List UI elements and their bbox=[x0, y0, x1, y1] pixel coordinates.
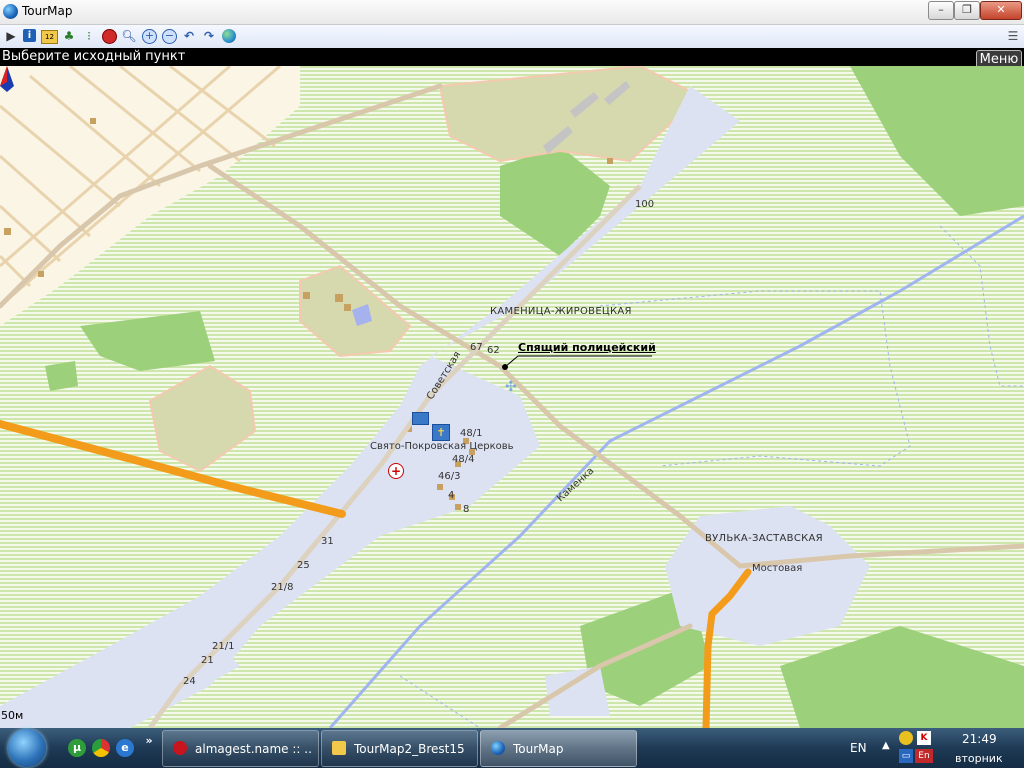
folder-icon bbox=[332, 741, 346, 755]
task-folder[interactable]: TourMap2_Brest15 bbox=[321, 730, 478, 767]
tray-network-icon[interactable]: ▭ bbox=[899, 749, 913, 763]
title-bar: TourMap – ❐ ✕ bbox=[0, 0, 1024, 25]
chrome-icon[interactable] bbox=[92, 739, 110, 757]
redo-icon[interactable]: ↷ bbox=[201, 28, 217, 44]
house-number: 100 bbox=[635, 199, 655, 210]
maximize-button[interactable]: ❐ bbox=[954, 1, 980, 20]
tourmap-icon bbox=[3, 4, 18, 19]
start-button[interactable] bbox=[8, 729, 46, 767]
taskbar: µ e » almagest.name :: ... TourMap2_Bres… bbox=[0, 728, 1024, 768]
house-number: 67 bbox=[470, 342, 483, 353]
task-label: TourMap bbox=[513, 742, 564, 756]
tourmap-icon bbox=[491, 741, 505, 755]
place-vulka: ВУЛЬКА-ЗАСТАВСКАЯ bbox=[705, 533, 823, 544]
task-label: almagest.name :: ... bbox=[195, 742, 313, 756]
clock-time[interactable]: 21:49 bbox=[962, 732, 997, 746]
church-icon: ✝ bbox=[432, 424, 450, 441]
coordinates-icon[interactable]: 12 bbox=[41, 30, 58, 44]
mail-icon bbox=[412, 412, 429, 425]
church-label: Свято-Покровская Церковь bbox=[370, 441, 514, 452]
zoom-out-icon[interactable]: − bbox=[162, 29, 177, 44]
status-text: Выберите исходный пункт bbox=[2, 49, 186, 64]
church-symbol-icon: ✣ bbox=[505, 379, 517, 395]
utorrent-icon[interactable]: µ bbox=[68, 739, 86, 757]
language-indicator[interactable]: EN bbox=[850, 741, 867, 755]
house-number: 48/1 bbox=[460, 428, 483, 439]
house-number: 25 bbox=[297, 560, 310, 571]
house-number: 46/3 bbox=[438, 471, 461, 482]
place-kamenitsa: КАМЕНИЦА-ЖИРОВЕЦКАЯ bbox=[490, 306, 632, 317]
task-tourmap[interactable]: TourMap bbox=[480, 730, 637, 767]
globe-icon[interactable] bbox=[222, 29, 236, 43]
house-number: 62 bbox=[487, 345, 500, 356]
scale-label: 50м bbox=[1, 709, 24, 722]
toolbar: ▶ i 12 ♣ ⁝ 🔍︎ + − ↶ ↷ ☰ bbox=[0, 25, 1024, 49]
clock-day[interactable]: вторник bbox=[955, 752, 1003, 765]
house-number: 24 bbox=[183, 676, 196, 687]
tray-lang[interactable]: En bbox=[915, 749, 933, 763]
undo-icon[interactable]: ↶ bbox=[181, 28, 197, 44]
hospital-icon: + bbox=[388, 463, 404, 479]
compass-icon bbox=[0, 66, 14, 92]
traffic-light-icon[interactable]: ⁝ bbox=[81, 28, 97, 44]
play-icon[interactable]: ▶ bbox=[3, 28, 19, 44]
info-icon[interactable]: i bbox=[23, 29, 36, 42]
search-icon[interactable]: 🔍︎ bbox=[121, 28, 137, 44]
street-mostovaya: Мостовая bbox=[752, 563, 803, 574]
stop-icon[interactable] bbox=[102, 29, 117, 44]
forest-patch bbox=[45, 361, 78, 391]
map-canvas[interactable]: ✣ bbox=[0, 66, 1024, 728]
house-number: 8 bbox=[463, 504, 470, 515]
police-label[interactable]: Спящий полицейский bbox=[518, 341, 656, 354]
house-number: 4 bbox=[448, 490, 455, 501]
house-number: 21 bbox=[201, 655, 214, 666]
house-number: 31 bbox=[321, 536, 334, 547]
quick-launch-more[interactable]: » bbox=[140, 732, 158, 750]
zoom-in-icon[interactable]: + bbox=[142, 29, 157, 44]
tree-icon[interactable]: ♣ bbox=[61, 28, 77, 44]
ie-icon[interactable]: e bbox=[116, 739, 134, 757]
map-view[interactable]: ✣ КАМЕНИЦА-ЖИРОВЕЦКАЯ ВУЛЬКА-ЗАСТАВСКАЯ … bbox=[0, 66, 1024, 728]
house-number: 21/8 bbox=[271, 582, 294, 593]
house-number: 21/1 bbox=[212, 641, 235, 652]
close-button[interactable]: ✕ bbox=[980, 1, 1022, 20]
task-label: TourMap2_Brest15 bbox=[354, 742, 465, 756]
list-icon[interactable]: ☰ bbox=[1005, 28, 1021, 44]
minimize-button[interactable]: – bbox=[928, 1, 954, 20]
house-number: 48/4 bbox=[452, 454, 475, 465]
show-hidden-icons[interactable]: ▲ bbox=[882, 740, 890, 751]
task-almagest[interactable]: almagest.name :: ... bbox=[162, 730, 319, 767]
tray-app-icon[interactable] bbox=[899, 731, 913, 745]
status-bar: Выберите исходный пункт bbox=[0, 48, 1024, 66]
opera-icon bbox=[173, 741, 187, 755]
tray-kaspersky-icon[interactable]: K bbox=[917, 731, 931, 745]
window-title: TourMap bbox=[22, 4, 73, 18]
